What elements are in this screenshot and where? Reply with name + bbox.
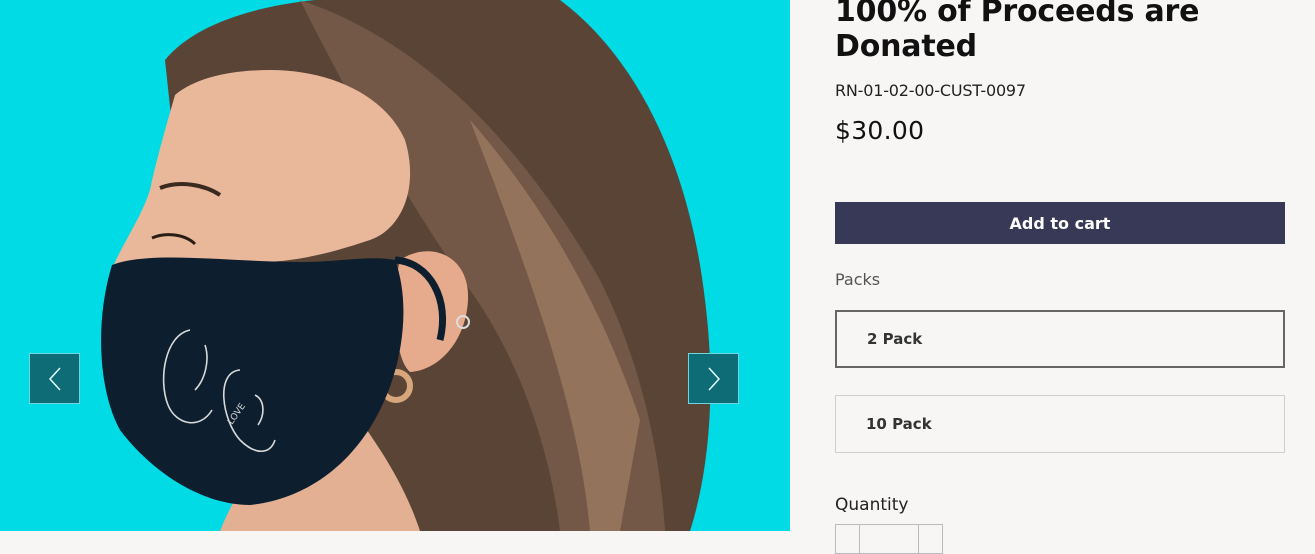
product-price: $30.00 (835, 116, 925, 145)
product-image-gallery: LOVE (0, 0, 790, 531)
quantity-input[interactable] (860, 525, 918, 553)
chevron-right-icon (707, 366, 720, 391)
product-photo: LOVE (101, 0, 711, 531)
add-to-cart-button[interactable]: Add to cart (835, 202, 1285, 244)
gallery-next-button[interactable] (688, 353, 739, 404)
chevron-left-icon (48, 366, 61, 391)
quantity-stepper[interactable] (835, 524, 943, 554)
product-title: 100% of Proceeds are Donated (835, 0, 1200, 64)
quantity-increase-button[interactable] (918, 525, 942, 553)
pack-option-2-pack[interactable]: 2 Pack (835, 310, 1285, 368)
pack-option-10-pack[interactable]: 10 Pack (835, 395, 1285, 453)
quantity-decrease-button[interactable] (836, 525, 860, 553)
packs-label: Packs (835, 270, 881, 289)
pack-option-label: 10 Pack (866, 415, 932, 433)
gallery-prev-button[interactable] (29, 353, 80, 404)
quantity-label: Quantity (835, 495, 909, 515)
pack-option-label: 2 Pack (867, 330, 923, 348)
product-sku: RN-01-02-00-CUST-0097 (835, 81, 1026, 100)
